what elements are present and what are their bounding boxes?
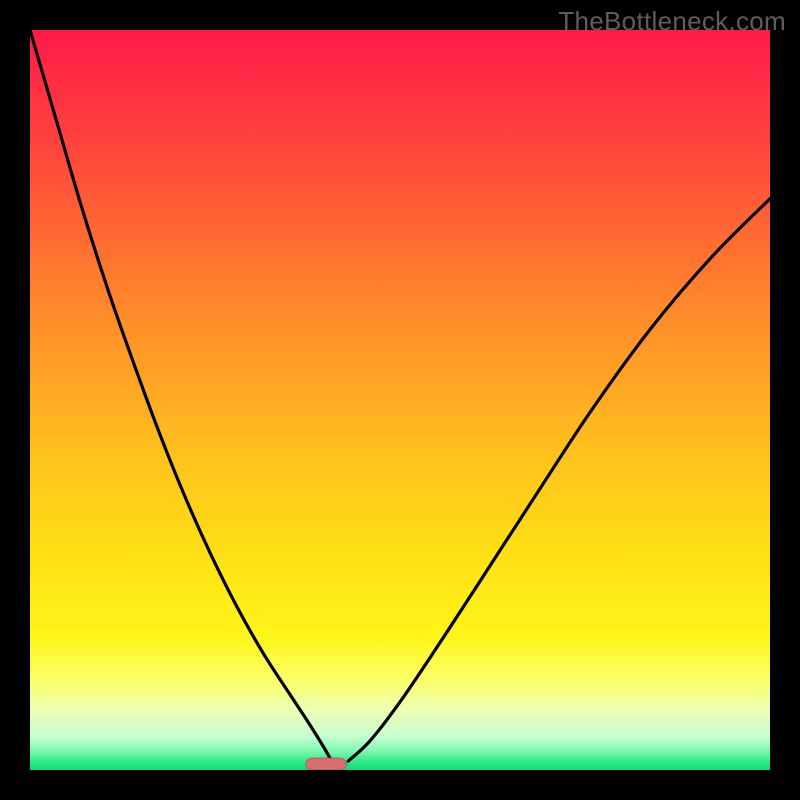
bottleneck-chart: [30, 30, 770, 770]
min-marker: [306, 758, 347, 770]
chart-frame: TheBottleneck.com: [0, 0, 800, 800]
watermark-text: TheBottleneck.com: [558, 6, 786, 37]
plot-background: [30, 30, 770, 770]
